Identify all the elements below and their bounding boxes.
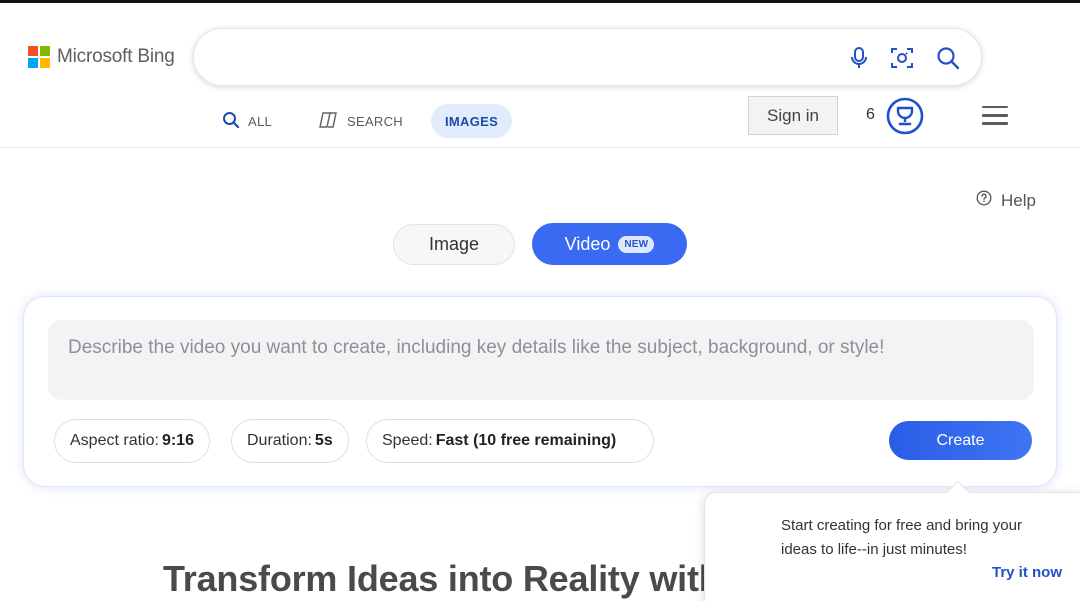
image-mode-button[interactable]: Image [393,224,515,265]
new-badge: NEW [618,235,655,253]
image-mode-label: Image [428,234,480,254]
speed-label: Speed: [382,432,433,449]
reward-points-count: 6 [866,106,875,123]
microphone-icon[interactable] [846,45,872,71]
speed-selector[interactable]: Speed: Fast (10 free remaining) [366,419,654,463]
aspect-ratio-label: Aspect ratio: [70,432,159,449]
help-label: Help [1001,190,1036,210]
help-link[interactable]: Help [976,190,1036,211]
search-input[interactable] [218,43,818,73]
visual-search-icon[interactable] [889,45,915,71]
question-circle-icon [976,190,992,211]
create-button[interactable]: Create [889,421,1032,460]
duration-label: Duration: [247,432,312,449]
popover-message: Start creating for free and bring your i… [781,517,1022,558]
tab-search-label: SEARCH [347,113,403,129]
header-divider [0,147,1080,148]
aspect-ratio-selector[interactable]: Aspect ratio: 9:16 [54,419,210,463]
rewards-trophy-icon[interactable] [886,97,924,135]
search-icon [222,111,240,132]
aspect-ratio-value: 9:16 [161,432,194,449]
tab-images[interactable]: IMAGES [431,104,513,138]
sign-in-button[interactable]: Sign in [748,96,838,135]
search-box [193,28,982,86]
video-creator-card: Aspect ratio: 9:16 Duration: 5s Speed: F… [23,296,1057,487]
duration-value: 5s [314,432,333,449]
video-mode-button[interactable]: Video NEW [532,223,687,265]
tab-search[interactable]: SEARCH [319,104,403,138]
speed-value: Fast (10 free remaining) [435,432,617,449]
duration-selector[interactable]: Duration: 5s [231,419,349,463]
try-it-now-link[interactable]: Try it now [992,564,1062,581]
bing-logo[interactable]: Microsoft Bing [28,46,175,68]
tab-all-label: ALL [248,113,273,129]
onboarding-popover: Start creating for free and bring your i… [704,480,1080,601]
microsoft-logo-icon [28,46,50,68]
menu-hamburger-icon[interactable] [982,106,1008,126]
window-top-border [0,0,1080,3]
search-icon[interactable] [935,45,961,71]
prompt-area [48,320,1034,400]
prompt-input[interactable] [68,337,1018,385]
video-mode-label: Video [564,233,611,254]
tab-images-label: IMAGES [445,113,499,129]
tab-all[interactable]: ALL [222,104,272,138]
copilot-search-icon [319,111,339,132]
hero-headline: Transform Ideas into Reality with [163,558,721,599]
logo-text: Microsoft Bing [57,46,175,67]
